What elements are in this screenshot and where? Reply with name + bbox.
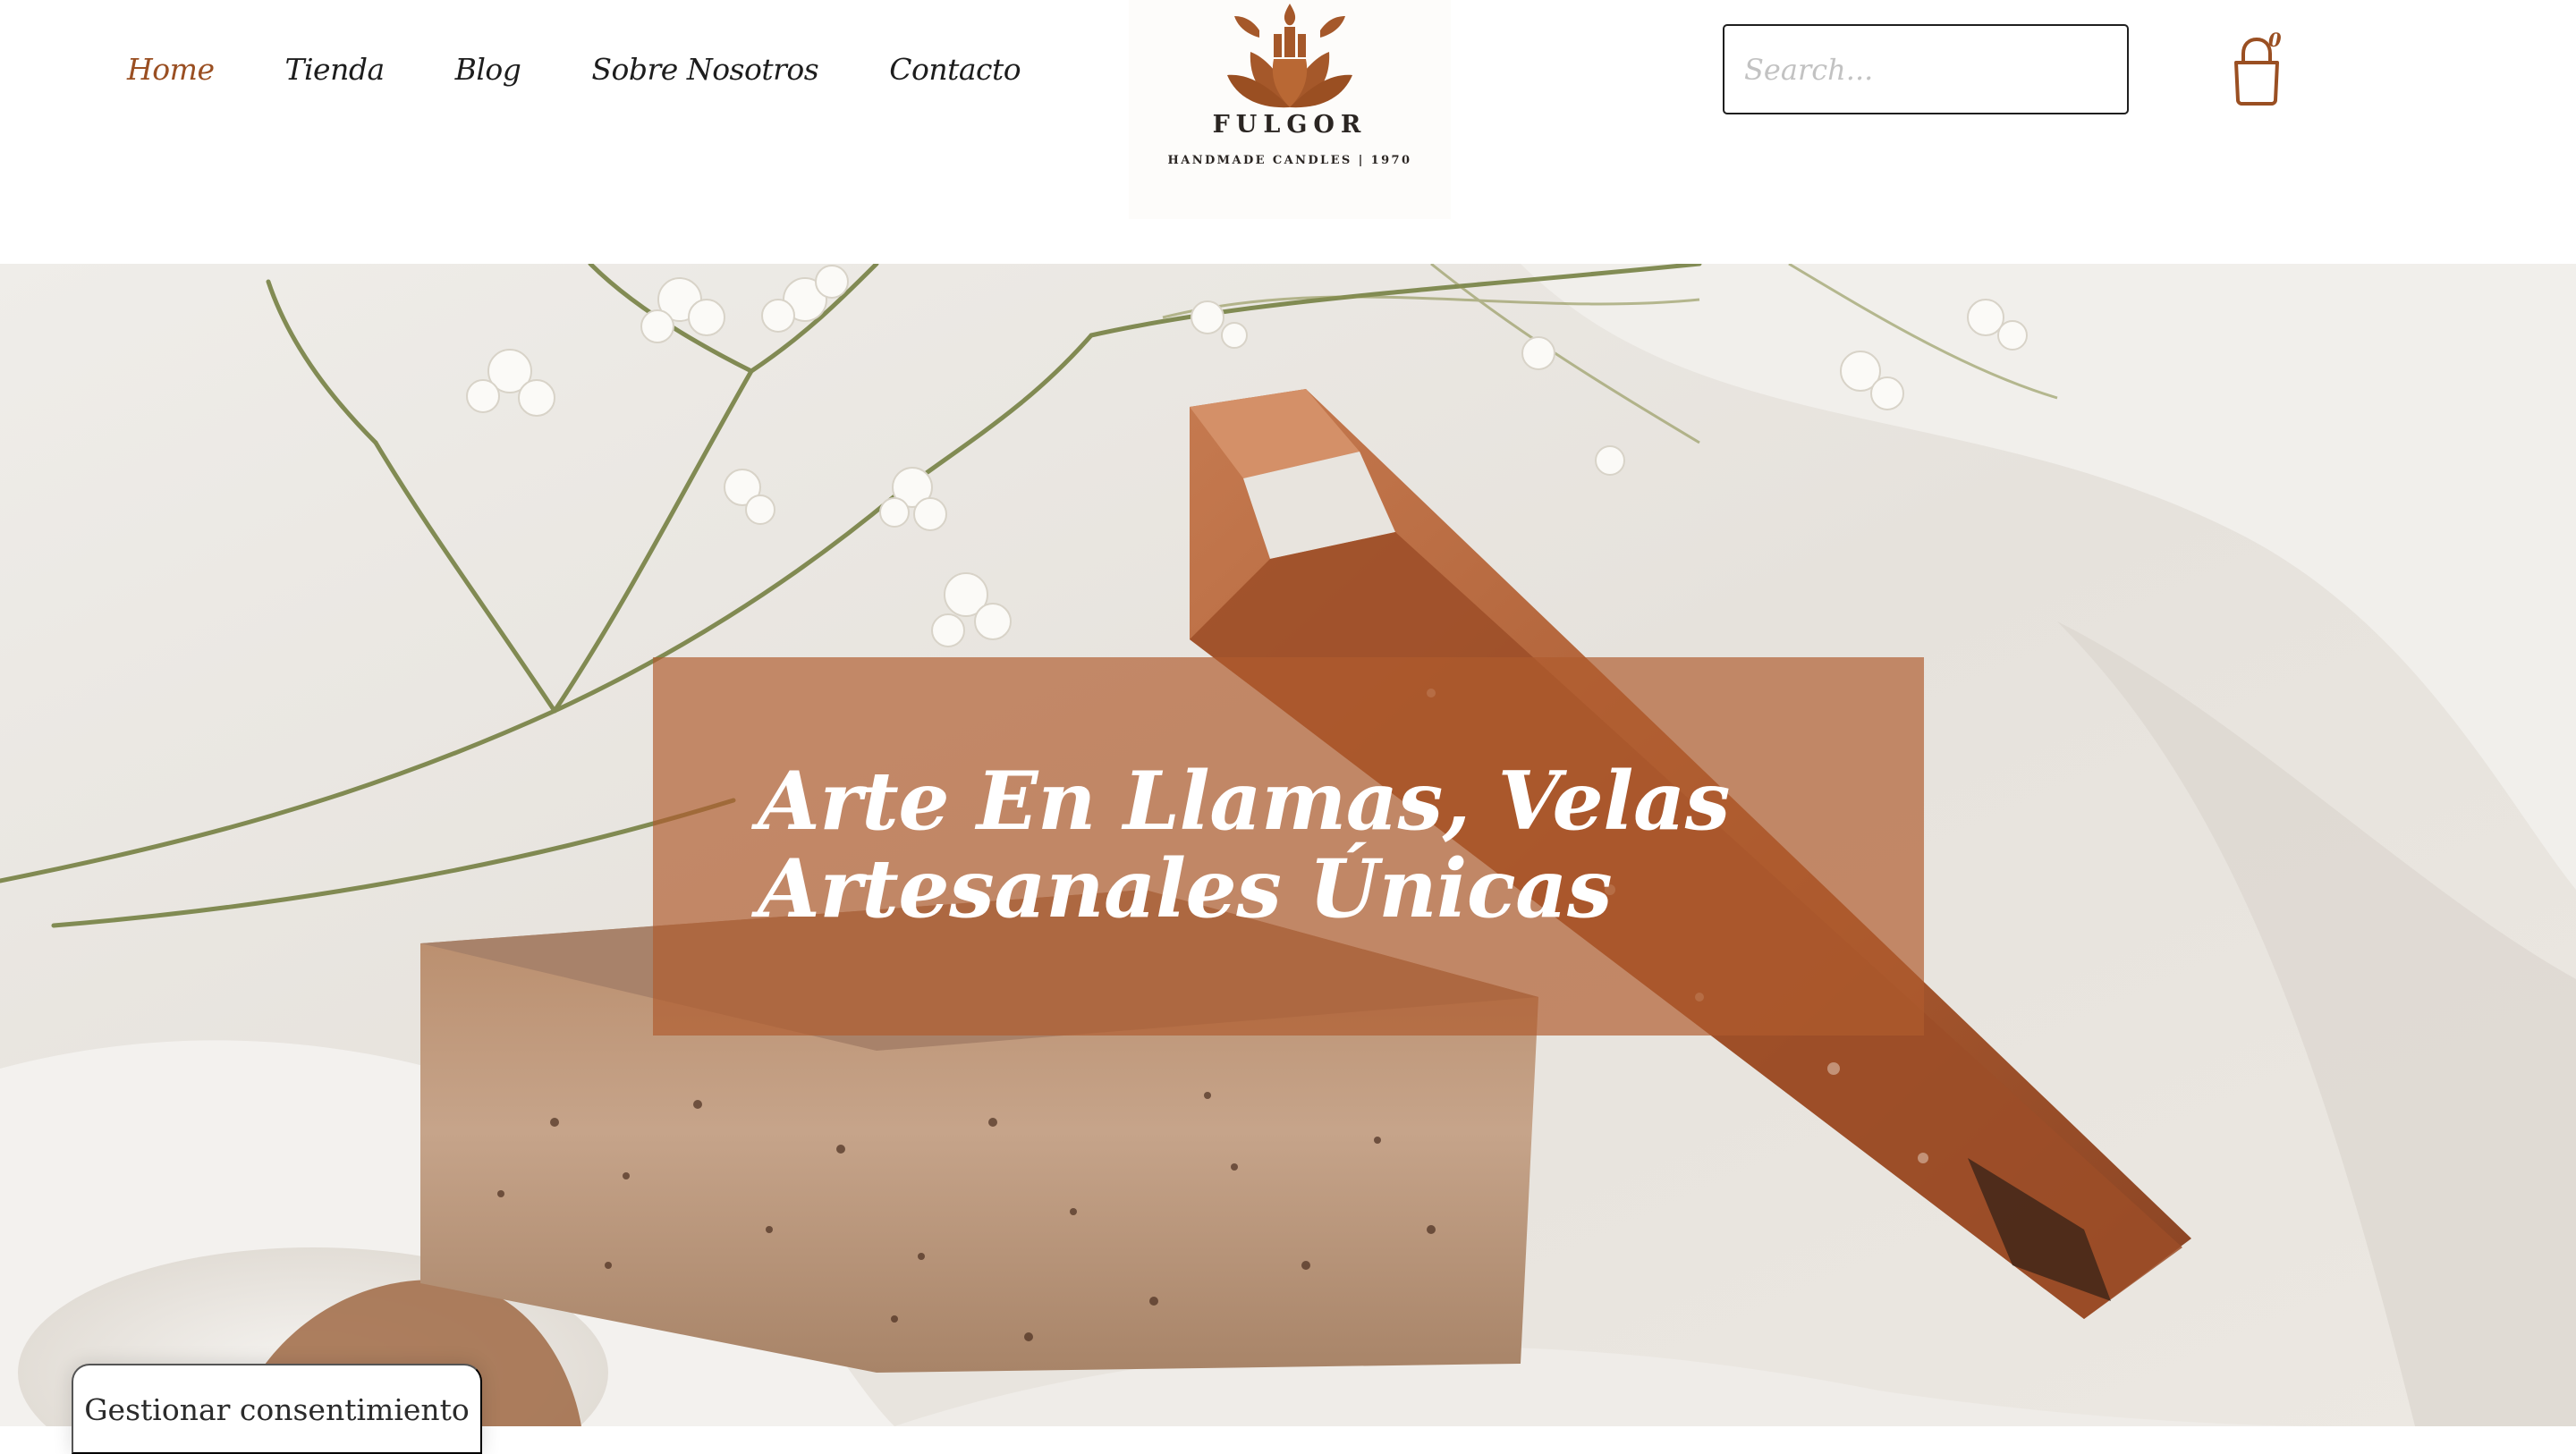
logo-tagline: HANDMADE CANDLES | 1970: [1167, 154, 1412, 167]
site-header: Home Tienda Blog Sobre Nosotros Contacto…: [0, 0, 2576, 264]
main-nav: Home Tienda Blog Sobre Nosotros Contacto: [127, 45, 1091, 93]
logo-wordmark: FULGOR: [1212, 111, 1368, 139]
nav-tienda[interactable]: Tienda: [284, 52, 385, 87]
hero-headline-panel: Arte En Llamas, Velas Artesanales Únicas: [653, 657, 1924, 1036]
search-box: [1723, 24, 2129, 114]
nav-blog[interactable]: Blog: [455, 52, 521, 87]
nav-contacto[interactable]: Contacto: [889, 52, 1021, 87]
lotus-candle-icon: [1227, 4, 1352, 108]
nav-sobre-nosotros[interactable]: Sobre Nosotros: [591, 52, 818, 87]
search-input[interactable]: [1724, 26, 2127, 113]
hero-banner: Arte En Llamas, Velas Artesanales Únicas: [0, 264, 2576, 1426]
cart-count-badge: 0: [2268, 29, 2282, 51]
hero-headline: Arte En Llamas, Velas Artesanales Únicas: [758, 754, 1730, 936]
manage-consent-button[interactable]: Gestionar consentimiento: [72, 1364, 482, 1454]
nav-home[interactable]: Home: [127, 52, 215, 87]
site-logo[interactable]: FULGOR HANDMADE CANDLES | 1970: [1129, 0, 1451, 219]
